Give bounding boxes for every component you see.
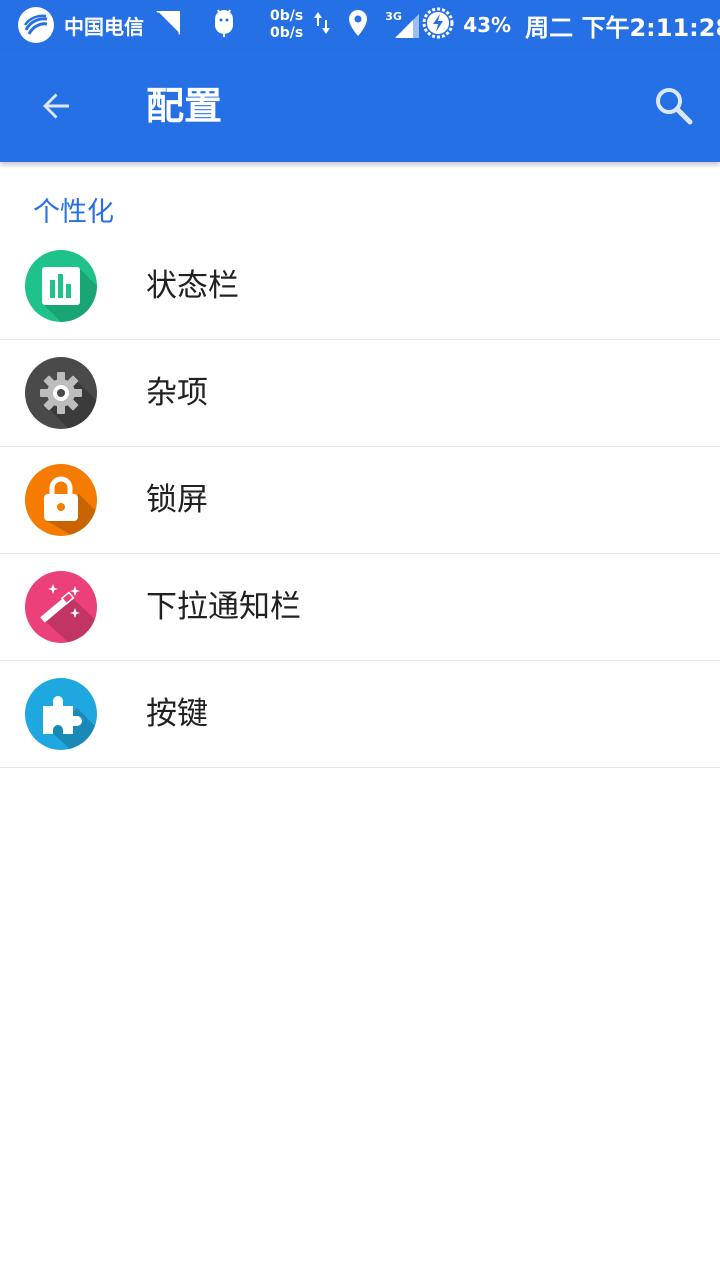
list-item-label: 状态栏: [146, 268, 239, 304]
page-title: 配置: [146, 84, 223, 128]
list-item-label: 锁屏: [146, 482, 208, 518]
app-bar: 配置: [0, 50, 720, 162]
network-speed: 0b/s 0b/s: [270, 8, 303, 42]
lock-icon: [25, 464, 97, 536]
list-item-notification-drawer[interactable]: 下拉通知栏: [0, 554, 720, 661]
list-item-status-bar[interactable]: 状态栏: [0, 233, 720, 340]
clock: 周二 下午2:11:28: [525, 13, 720, 42]
android-icon: [212, 7, 236, 43]
search-icon: [656, 88, 693, 125]
carrier-logo-icon: [18, 7, 54, 43]
settings-list: 状态栏 杂项 锁屏 下拉通知栏 按键: [0, 233, 720, 768]
puzzle-icon: [25, 678, 97, 750]
battery-level: 43%: [463, 13, 512, 37]
status-bar: 中国电信 0b/s 0b/s 3G 43% 周二 下午2:11:28: [0, 0, 720, 50]
search-button[interactable]: [650, 82, 698, 130]
list-item-misc[interactable]: 杂项: [0, 340, 720, 447]
back-button[interactable]: [34, 84, 78, 128]
bar-chart-icon: [25, 250, 97, 322]
speed-up: 0b/s: [270, 8, 304, 24]
nfc-icon: [154, 9, 182, 41]
data-transfer-icon: [313, 10, 331, 40]
magic-wand-icon: [25, 571, 97, 643]
list-item-buttons[interactable]: 按键: [0, 661, 720, 768]
arrow-back-icon: [43, 93, 69, 119]
gear-icon: [25, 357, 97, 429]
signal-icon: 3G: [385, 10, 421, 40]
carrier-name: 中国电信: [64, 14, 144, 39]
battery-charging-icon: [421, 6, 455, 44]
speed-down: 0b/s: [270, 25, 304, 41]
list-item-label: 杂项: [146, 375, 208, 411]
list-item-label: 下拉通知栏: [146, 589, 301, 625]
list-item-label: 按键: [146, 696, 208, 732]
location-icon: [347, 8, 369, 42]
section-header: 个性化: [33, 197, 114, 228]
list-item-lockscreen[interactable]: 锁屏: [0, 447, 720, 554]
